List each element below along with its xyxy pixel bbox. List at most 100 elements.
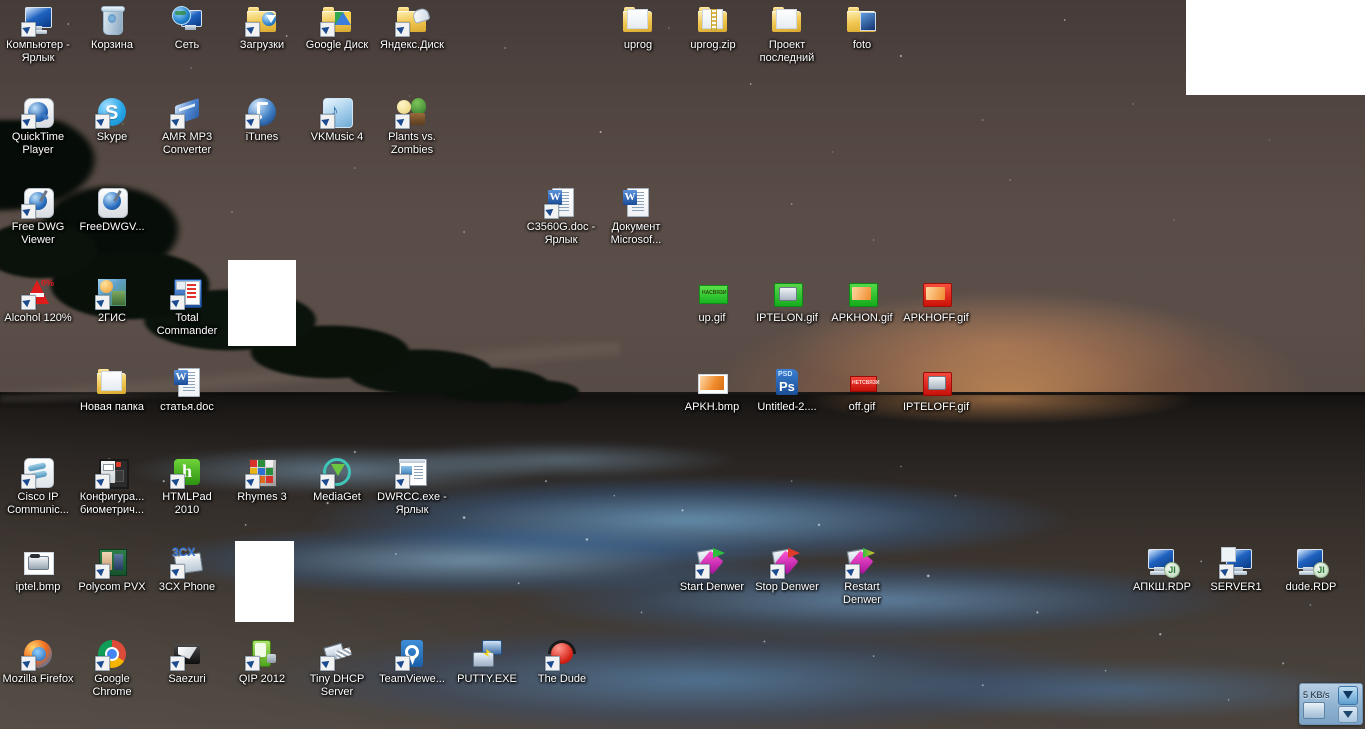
shortcut-arrow-icon: [245, 656, 260, 671]
desktop-icon-qip[interactable]: QIP 2012: [224, 638, 300, 686]
desktop-icon-quicktime[interactable]: QuickTime Player: [0, 96, 76, 156]
desktop-icon-word-document[interactable]: W Документ Microsof...: [598, 186, 674, 246]
desktop-icon-skype[interactable]: S Skype: [74, 96, 150, 144]
desktop-icon-firefox[interactable]: Mozilla Firefox: [0, 638, 76, 686]
blank-thumbnail-low-left: [235, 541, 294, 622]
desktop-icon-polycom-pvx[interactable]: Polycom PVX: [74, 546, 150, 594]
desktop-icon-dwg-viewer[interactable]: FreeDWGV...: [74, 186, 150, 234]
shortcut-arrow-icon: [170, 656, 185, 671]
shortcut-arrow-icon: [170, 114, 185, 129]
desktop-icon-folder[interactable]: Новая папка: [74, 366, 150, 414]
desktop-icon-rhymes[interactable]: Rhymes 3: [224, 456, 300, 504]
desktop-icon-folder[interactable]: Проект последний: [749, 4, 825, 64]
network-speed-gadget[interactable]: 5 KB/s: [1299, 683, 1363, 725]
bitmap-image-icon: [22, 546, 54, 578]
desktop-icon-bitmap-image[interactable]: iptel.bmp: [0, 546, 76, 594]
desktop-icon-2gis[interactable]: 2ГИС: [74, 277, 150, 325]
desktop-icon-downloads-folder[interactable]: Загрузки: [224, 4, 300, 52]
chevron-down-icon[interactable]: [1338, 705, 1358, 723]
qip-icon: [245, 638, 278, 671]
desktop-icon-label: статья.doc: [160, 401, 214, 413]
cisco-ip-communicator-icon: [21, 456, 54, 489]
desktop-icon-saezuri[interactable]: Saezuri: [149, 638, 225, 686]
desktop-icon-gif-image[interactable]: APKHOFF.gif: [898, 277, 974, 325]
biometric-config-icon: [95, 456, 129, 489]
desktop-icon-label: uprog: [623, 39, 653, 51]
desktop-icon-plants-vs-zombies[interactable]: Plants vs. Zombies: [374, 96, 450, 156]
desktop-icon-tiny-dhcp-server[interactable]: Tiny DHCP Server: [299, 638, 375, 698]
desktop-icon-dwrcc[interactable]: DWRCC.exe - Ярлык: [374, 456, 450, 516]
desktop-icon-biometric-config[interactable]: Конфигура... биометрич...: [74, 456, 150, 516]
desktop-icon-itunes[interactable]: iTunes: [224, 96, 300, 144]
desktop-icon-google-drive[interactable]: Google Диск: [299, 4, 375, 52]
desktop-icon-label: uprog.zip: [690, 39, 736, 51]
desktop-icon-zip-folder[interactable]: uprog.zip: [675, 4, 751, 52]
desktop-icon-alcohol-120[interactable]: 0% Alcohol 120%: [0, 277, 76, 325]
desktop-icon-denwer-start[interactable]: Start Denwer: [674, 546, 750, 594]
desktop-icon-amr-converter[interactable]: AMR MP3 Converter: [149, 96, 225, 156]
shortcut-arrow-icon: [245, 22, 260, 37]
blank-thumbnail-top-right: [1186, 0, 1365, 95]
desktop-icon-word-document[interactable]: Wстатья.doc: [149, 366, 225, 414]
desktop-icon-dwg-viewer[interactable]: Free DWG Viewer: [0, 186, 76, 246]
desktop-icon-total-commander[interactable]: Total Commander: [149, 277, 225, 337]
desktop-icon-label: Restart Denwer: [843, 581, 881, 606]
desktop-icon-label: АПКШ.RDP: [1133, 581, 1191, 593]
desktop-icon-htmlpad[interactable]: h HTMLPad 2010: [149, 456, 225, 516]
denwer-restart-icon: [845, 546, 878, 579]
teamviewer-icon: [395, 638, 428, 671]
shortcut-arrow-icon: [320, 114, 335, 129]
rdp-file-icon: JI: [1295, 546, 1329, 578]
desktop-icon-rdp-shortcut[interactable]: SERVER1: [1198, 546, 1274, 594]
desktop-icon-mediaget[interactable]: MediaGet: [299, 456, 375, 504]
desktop-icon-gif-image[interactable]: IPTELON.gif: [749, 277, 825, 325]
desktop-icon-label: PUTTY.EXE: [457, 673, 517, 685]
rdp-shortcut-icon: [1219, 546, 1252, 579]
download-arrow-icon[interactable]: [1338, 685, 1358, 705]
desktop-icon-teamviewer[interactable]: TeamViewe...: [374, 638, 450, 686]
desktop-icon-gif-image[interactable]: IPTELOFF.gif: [898, 366, 974, 414]
desktop-icon-computer[interactable]: Компьютер - Ярлык: [0, 4, 76, 64]
desktop-icon-folder[interactable]: uprog: [600, 4, 676, 52]
folder-icon: [622, 4, 654, 36]
total-commander-icon: [170, 277, 203, 310]
shortcut-arrow-icon: [695, 564, 710, 579]
desktop-icon-vkmusic[interactable]: ♪ VKMusic 4: [299, 96, 375, 144]
desktop-icon-putty[interactable]: PUTTY.EXE: [449, 638, 525, 686]
dwg-viewer-icon: [21, 186, 54, 219]
netspeed-left: 5 KB/s: [1300, 690, 1338, 719]
desktop-icon-rdp-file[interactable]: JI АПКШ.RDP: [1124, 546, 1200, 594]
desktop-icon-gif-image[interactable]: НАСВЯЗИ up.gif: [674, 277, 750, 325]
gif-image-icon: НЕТСВЯЗИ: [846, 366, 879, 398]
desktop-icon-photoshop-psd[interactable]: PSD Ps Untitled-2....: [749, 366, 825, 414]
desktop-icon-bitmap-image[interactable]: APKH.bmp: [674, 366, 750, 414]
shortcut-arrow-icon: [21, 22, 36, 37]
shortcut-arrow-icon: [21, 474, 36, 489]
shortcut-arrow-icon: [395, 656, 410, 671]
netspeed-right[interactable]: [1338, 685, 1362, 723]
desktop-icon-chrome[interactable]: Google Chrome: [74, 638, 150, 698]
desktop-icon-word-document[interactable]: W C3560G.doc - Ярлык: [523, 186, 599, 246]
desktop-icon-yandex-disk[interactable]: Яндекс.Диск: [374, 4, 450, 52]
desktop-icon-denwer-restart[interactable]: Restart Denwer: [824, 546, 900, 606]
desktop-icon-label: 3CX Phone: [158, 581, 216, 593]
desktop-icon-denwer-stop[interactable]: Stop Denwer: [749, 546, 825, 594]
shortcut-arrow-icon: [170, 564, 185, 579]
2gis-icon: [95, 277, 128, 310]
desktop-icon-3cx-phone[interactable]: 3CX 3CX Phone: [149, 546, 225, 594]
desktop-icon-gif-image[interactable]: APKHON.gif: [824, 277, 900, 325]
blank-thumbnail-mid-left: [228, 260, 296, 346]
desktop-icon-label: dude.RDP: [1285, 581, 1337, 593]
desktop-icon-gif-image[interactable]: НЕТСВЯЗИ off.gif: [824, 366, 900, 414]
alcohol-120-icon: 0%: [21, 277, 54, 310]
desktop-icon-label: MediaGet: [313, 491, 361, 503]
desktop-icon-cisco-ip-communicator[interactable]: Cisco IP Communic...: [0, 456, 76, 516]
desktop-root[interactable]: Компьютер - Ярлык Корзина Сеть Загрузки Goog…: [0, 0, 1365, 729]
desktop-icon-label: foto: [852, 39, 872, 51]
desktop-icon-recycle-bin[interactable]: Корзина: [74, 4, 150, 52]
desktop-icon-folder-photo[interactable]: foto: [824, 4, 900, 52]
desktop-icon-rdp-file[interactable]: JI dude.RDP: [1273, 546, 1349, 594]
desktop-icon-label: IPTELON.gif: [756, 312, 818, 324]
desktop-icon-the-dude[interactable]: The Dude: [524, 638, 600, 686]
desktop-icon-network[interactable]: Сеть: [149, 4, 225, 52]
